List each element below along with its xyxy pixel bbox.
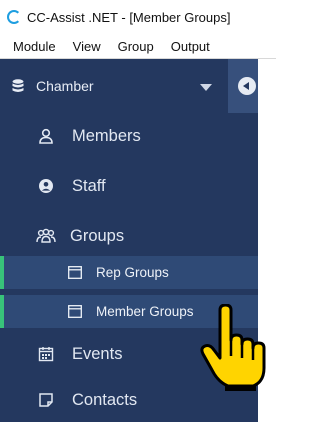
collapse-panel [228, 59, 258, 113]
menu-view[interactable]: View [73, 39, 101, 54]
user-icon [38, 128, 54, 144]
window-title: CC-Assist .NET - [Member Groups] [27, 9, 231, 25]
sidebar-item-label: Staff [72, 176, 106, 195]
sidebar-item-groups[interactable]: Groups [0, 213, 258, 259]
org-label: Chamber [36, 78, 94, 94]
pointing-hand-icon [200, 304, 266, 391]
sidebar-subitem-label: Member Groups [96, 304, 194, 319]
sidebar-item-label: Events [72, 344, 123, 363]
app-logo-icon [7, 10, 21, 24]
sidebar-item-label: Contacts [72, 390, 138, 409]
calendar-icon [38, 346, 54, 362]
sidebar-item-label: Members [72, 126, 141, 145]
note-icon [38, 392, 54, 408]
active-indicator [0, 256, 4, 289]
sidebar-item-members[interactable]: Members [0, 113, 258, 159]
user-circle-icon [38, 178, 54, 194]
group-icon [36, 228, 56, 244]
menu-group[interactable]: Group [118, 39, 154, 54]
menu-module[interactable]: Module [13, 39, 56, 54]
title-bar: CC-Assist .NET - [Member Groups] [0, 0, 276, 34]
sidebar-subitem-rep-groups[interactable]: Rep Groups [0, 256, 258, 289]
sidebar-subitem-label: Rep Groups [96, 265, 169, 280]
chevron-down-icon[interactable] [200, 84, 212, 91]
org-selector[interactable]: Chamber [0, 59, 228, 113]
sidebar-item-label: Groups [70, 226, 125, 245]
menu-output[interactable]: Output [171, 39, 210, 54]
window-icon [68, 266, 82, 279]
window-icon [68, 305, 82, 318]
database-icon [12, 79, 24, 92]
menu-bar: Module View Group Output [0, 34, 276, 58]
collapse-sidebar-icon[interactable] [238, 77, 256, 95]
sidebar-item-staff[interactable]: Staff [0, 163, 258, 209]
active-indicator [0, 295, 4, 328]
